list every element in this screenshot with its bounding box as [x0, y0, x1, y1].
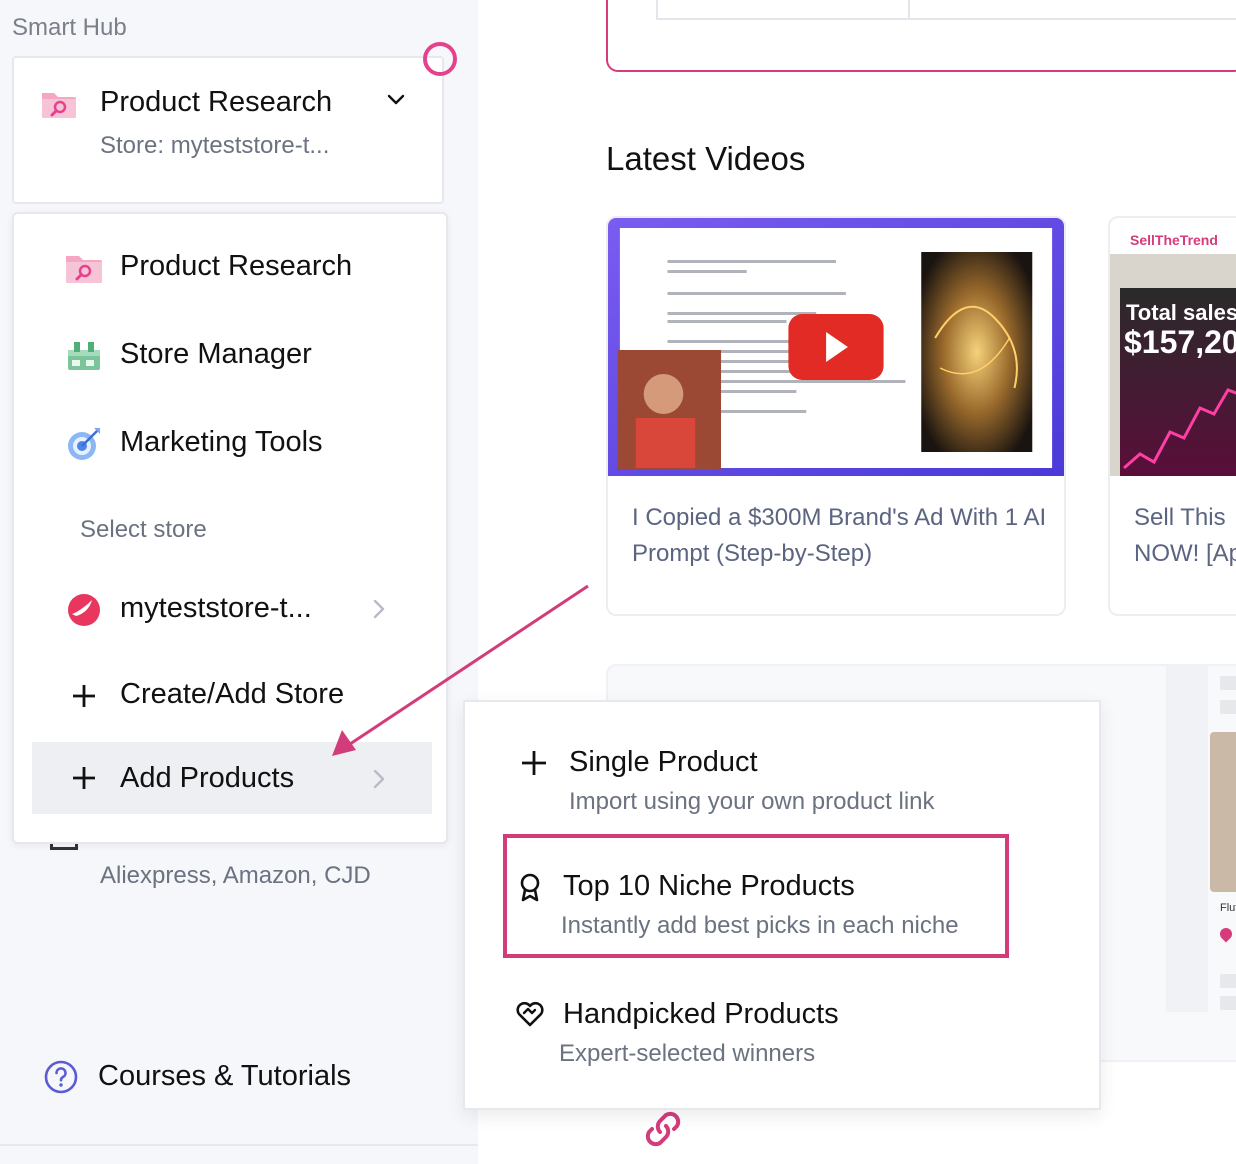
menu-item-label: Marketing Tools	[120, 426, 323, 458]
divider	[908, 0, 910, 20]
select-store-label: Select store	[80, 516, 207, 543]
submenu-single-product[interactable]: Single Product Import using your own pro…	[465, 744, 1095, 824]
submenu-subtitle: Import using your own product link	[569, 788, 935, 815]
workspace-menu: Product Research Store Manager Marketing…	[12, 212, 448, 844]
divider	[0, 1144, 478, 1146]
menu-item-marketing-tools[interactable]: Marketing Tools	[14, 414, 446, 474]
top-card-tabs	[656, 0, 1236, 20]
chevron-right-icon	[373, 769, 385, 789]
add-products-label: Add Products	[120, 762, 295, 794]
video-thumbnail[interactable]	[608, 218, 1064, 476]
product-image	[1210, 732, 1236, 892]
product-partial-label: Flut	[1220, 902, 1236, 914]
store-label: myteststore-t...	[120, 592, 312, 624]
menu-item-label: Product Research	[120, 250, 353, 282]
folder-search-icon	[42, 93, 76, 118]
thumb-caption: Total sales	[1126, 300, 1236, 325]
video-title[interactable]: I Copied a $300M Brand's Ad With 1 AI Pr…	[632, 500, 1052, 572]
chevron-right-icon	[373, 599, 385, 619]
submenu-top-10-niche-products[interactable]: Top 10 Niche Products Instantly add best…	[465, 868, 1095, 948]
add-products-item[interactable]: Add Products	[32, 742, 432, 814]
notification-ring-icon[interactable]	[423, 42, 457, 76]
add-products-submenu: Single Product Import using your own pro…	[463, 700, 1101, 1110]
workspace-switcher[interactable]: Product Research Store: myteststore-t...	[12, 56, 444, 204]
submenu-title: Single Product	[569, 746, 758, 778]
submenu-handpicked-products[interactable]: Handpicked Products Expert-selected winn…	[465, 996, 1095, 1076]
store-logo-icon	[68, 594, 100, 626]
placeholder-row	[1220, 996, 1236, 1010]
link-icon	[645, 1111, 681, 1147]
latest-videos-title: Latest Videos	[606, 140, 806, 177]
submenu-subtitle: Instantly add best picks in each niche	[561, 912, 959, 939]
video-card[interactable]: SellTheTrend Total sales $157,20 Sell Th…	[1108, 216, 1236, 616]
submenu-title: Top 10 Niche Products	[563, 870, 855, 902]
menu-item-label: Store Manager	[120, 338, 312, 370]
panel-strip	[1166, 666, 1208, 1012]
import-sources-subtitle: Aliexpress, Amazon, CJD	[100, 862, 371, 889]
menu-item-store-manager[interactable]: Store Manager	[14, 326, 446, 386]
placeholder-row	[1220, 676, 1236, 690]
store-item[interactable]: myteststore-t...	[14, 580, 446, 640]
plus-icon	[73, 767, 95, 789]
chevron-down-icon[interactable]	[384, 88, 408, 112]
help-circle-icon	[44, 1060, 78, 1094]
placeholder-row	[1220, 700, 1236, 714]
hub-title: Smart Hub	[12, 14, 127, 41]
heart-icon	[1217, 925, 1235, 943]
submenu-subtitle: Expert-selected winners	[559, 1040, 816, 1067]
target-icon	[68, 428, 100, 460]
workspace-store: Store: myteststore-t...	[100, 132, 330, 159]
video-card[interactable]: I Copied a $300M Brand's Ad With 1 AI Pr…	[606, 216, 1066, 616]
courses-label: Courses & Tutorials	[98, 1060, 352, 1092]
heart-handshake-icon	[516, 1001, 544, 1027]
workspace-name: Product Research	[100, 86, 333, 118]
video-title[interactable]: Sell This NOW! [Ap	[1134, 500, 1236, 572]
thumb-brand: SellTheTrend	[1130, 232, 1218, 248]
folder-search-icon	[66, 256, 102, 283]
store-manager-icon	[68, 342, 100, 370]
sidebar: Smart Hub Product Research Store: mytest…	[0, 0, 478, 1164]
plus-icon	[73, 685, 95, 707]
plus-icon	[522, 751, 546, 775]
menu-item-product-research[interactable]: Product Research	[14, 238, 446, 298]
submenu-title: Handpicked Products	[563, 998, 839, 1030]
top-card	[606, 0, 1236, 72]
create-add-store-item[interactable]: Create/Add Store	[14, 666, 446, 726]
award-icon	[520, 873, 540, 902]
thumb-value: $157,20	[1124, 324, 1236, 360]
placeholder-row	[1220, 974, 1236, 988]
create-store-label: Create/Add Store	[120, 678, 345, 710]
